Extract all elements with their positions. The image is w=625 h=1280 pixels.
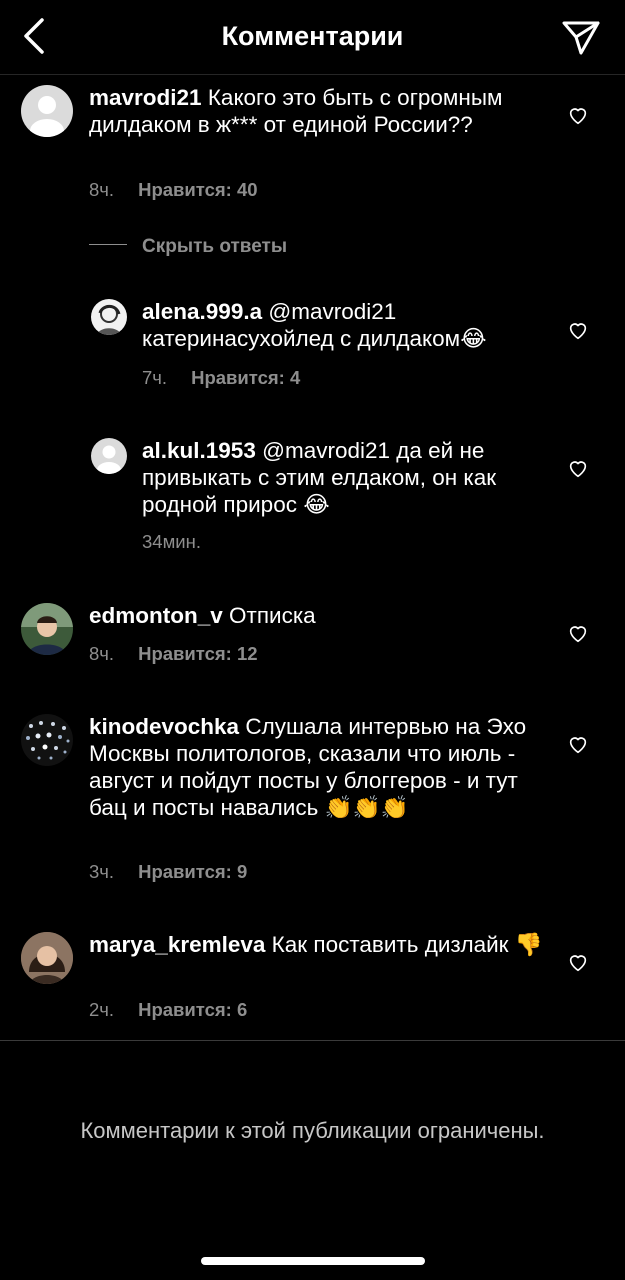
heart-icon — [569, 626, 587, 643]
comment-meta: 2ч. Нравится: 6 — [89, 999, 247, 1021]
comment-text: marya_kremleva Как поставить дизлайк 👎 — [89, 931, 549, 959]
comment-text: edmonton_v Отписка — [89, 602, 539, 629]
thumbs-down-emoji: 👎 — [514, 932, 543, 958]
like-button[interactable] — [567, 622, 589, 644]
heart-icon — [569, 955, 587, 972]
comment-username[interactable]: mavrodi21 — [89, 85, 202, 110]
laughing-emoji: 😂 — [460, 326, 487, 352]
reply-text: al.kul.1953 @mavrodi21 да ей не привыкат… — [142, 437, 542, 519]
comment-meta: 3ч. Нравится: 9 — [89, 861, 247, 883]
like-button[interactable] — [567, 319, 589, 341]
comment-time: 3ч. — [89, 861, 115, 882]
comment-body: Как поставить дизлайк — [271, 932, 509, 957]
home-indicator[interactable] — [201, 1257, 425, 1265]
comment-username[interactable]: edmonton_v — [89, 603, 223, 628]
hide-replies-button[interactable]: Скрыть ответы — [89, 236, 287, 258]
heart-icon — [569, 108, 587, 125]
reply-text: alena.999.a @mavrodi21 катеринасухойлед … — [142, 298, 542, 353]
reply-time: 34мин. — [142, 531, 201, 552]
comment-likes[interactable]: Нравится: 12 — [138, 643, 257, 664]
comment-meta: 8ч. Нравится: 40 — [89, 179, 258, 201]
heart-icon — [569, 461, 587, 478]
reply-username[interactable]: al.kul.1953 — [142, 438, 256, 463]
hide-replies-label: Скрыть ответы — [142, 236, 288, 257]
avatar[interactable] — [21, 714, 73, 766]
comment-text: mavrodi21 Какого это быть с огромным дил… — [89, 84, 539, 138]
comment-time: 2ч. — [89, 999, 115, 1020]
like-button[interactable] — [567, 733, 589, 755]
laughing-emoji: 😂 — [303, 492, 330, 518]
heart-icon — [569, 737, 587, 754]
comments-closed-message: Комментарии к этой публикации ограничены… — [80, 1118, 545, 1143]
comment-text: kinodevochka Слушала интервью на Эхо Мос… — [89, 713, 549, 822]
comment-likes[interactable]: Нравится: 9 — [138, 861, 247, 882]
reply-time: 7ч. — [142, 367, 168, 388]
comment-username[interactable]: kinodevochka — [89, 714, 239, 739]
clapping-emoji: 👏👏👏 — [324, 795, 409, 821]
paper-plane-icon — [562, 21, 600, 55]
reply-meta: 34мин. — [142, 531, 201, 553]
like-button[interactable] — [567, 104, 589, 126]
comment-time: 8ч. — [89, 179, 115, 200]
avatar[interactable] — [91, 438, 127, 474]
share-button[interactable] — [561, 18, 601, 58]
reply-meta: 7ч. Нравится: 4 — [142, 367, 300, 389]
header: Комментарии — [0, 0, 625, 75]
avatar[interactable] — [91, 299, 127, 335]
like-button[interactable] — [567, 457, 589, 479]
reply-likes[interactable]: Нравится: 4 — [191, 367, 300, 388]
avatar[interactable] — [21, 932, 73, 984]
comment-meta: 8ч. Нравится: 12 — [89, 643, 258, 665]
comment-likes[interactable]: Нравится: 40 — [138, 179, 257, 200]
comment-body: Отписка — [229, 603, 316, 628]
reply-username[interactable]: alena.999.a — [142, 299, 262, 324]
divider-line — [89, 244, 127, 246]
heart-icon — [569, 323, 587, 340]
comment-username[interactable]: marya_kremleva — [89, 932, 265, 957]
avatar[interactable] — [21, 603, 73, 655]
like-button[interactable] — [567, 951, 589, 973]
page-title: Комментарии — [221, 21, 404, 51]
comment-likes[interactable]: Нравится: 6 — [138, 999, 247, 1020]
divider — [0, 1040, 625, 1041]
comment-time: 8ч. — [89, 643, 115, 664]
avatar[interactable] — [21, 85, 73, 137]
